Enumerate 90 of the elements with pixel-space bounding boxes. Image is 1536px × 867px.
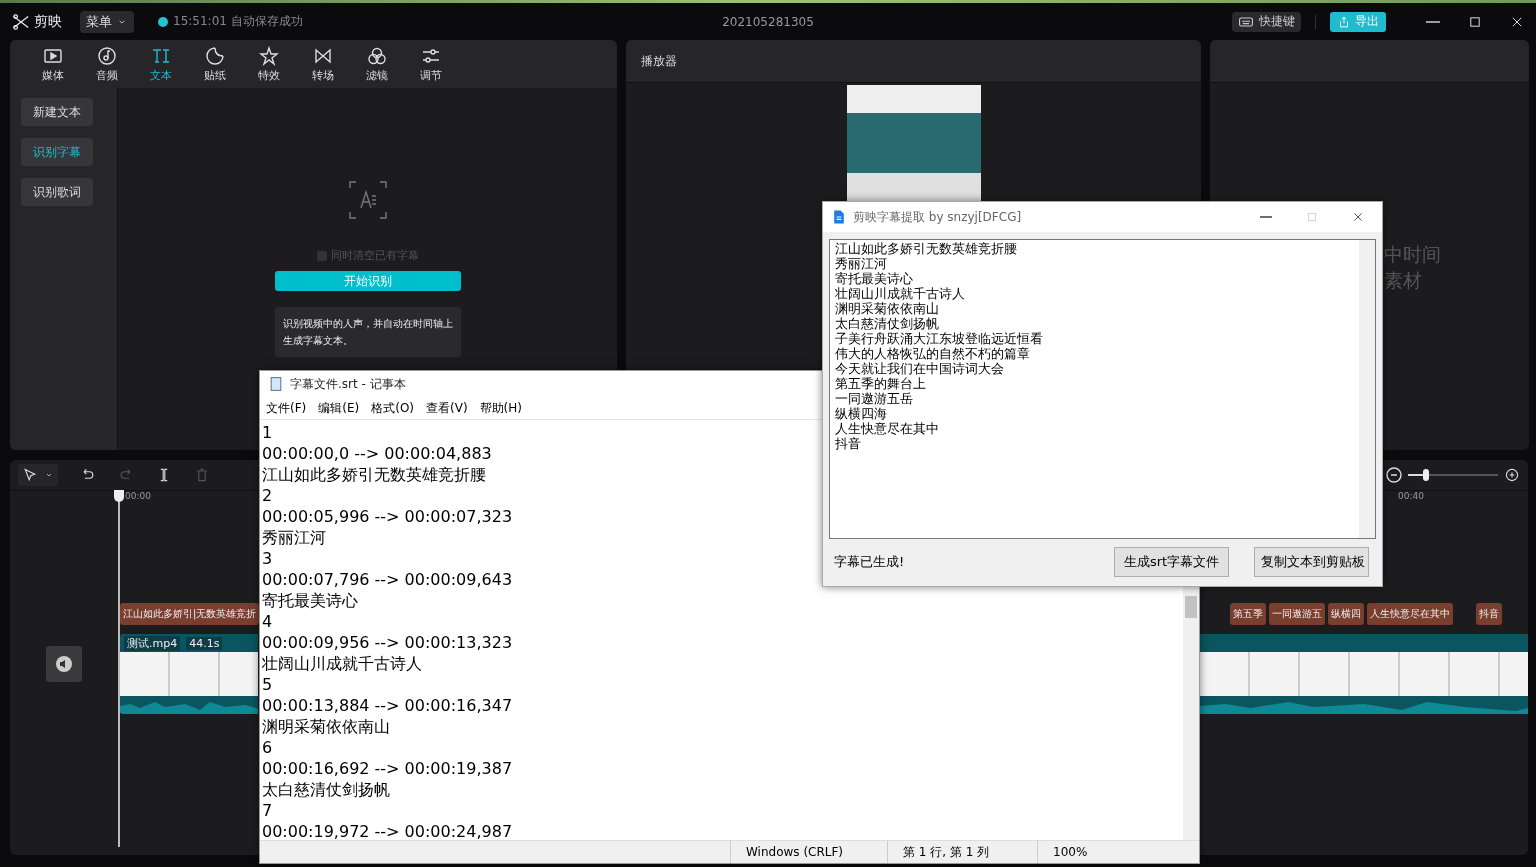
ruler-label: 00:40 — [1398, 491, 1424, 503]
menu-item[interactable]: 文件(F) — [266, 399, 307, 417]
zoom-in-icon — [1504, 467, 1520, 483]
scrollbar[interactable] — [1359, 240, 1375, 538]
window-title: 剪映字幕提取 by snzyj[DFCG] — [853, 208, 1022, 226]
media-tab[interactable]: 滤镜 — [350, 40, 404, 88]
text-line: 00:00:00,0 --> 00:00:04,883 — [262, 443, 492, 464]
text-line: 00:00:07,796 --> 00:00:09,643 — [262, 569, 513, 590]
media-tab[interactable]: 文本 — [134, 40, 188, 88]
window-title: 字幕文件.srt - 记事本 — [290, 375, 406, 393]
subtitle-clip[interactable]: 一同遨游五 — [1269, 603, 1325, 625]
text-line: 3 — [262, 548, 273, 569]
text-line: 6 — [262, 737, 273, 758]
app-name: 剪映 — [34, 12, 62, 31]
music-note-icon — [97, 45, 117, 66]
cursor-icon — [22, 467, 38, 483]
project-name: 202105281305 — [722, 14, 814, 29]
text-line: 00:00:19,972 --> 00:00:24,987 — [262, 821, 513, 840]
status-text: 第 1 行, 第 1 列 — [887, 841, 1037, 863]
text-line: 00:00:13,884 --> 00:00:16,347 — [262, 695, 513, 716]
scrollbar-thumb[interactable] — [1185, 596, 1197, 618]
text-line: 2 — [262, 485, 273, 506]
zoom-out-icon — [1386, 467, 1402, 483]
action-button[interactable]: 生成srt字幕文件 — [1114, 547, 1229, 577]
text-line: 4 — [262, 611, 273, 632]
media-tab[interactable]: 媒体 — [26, 40, 80, 88]
text-line: 壮阔山川成就千古诗人 — [262, 653, 422, 674]
action-button[interactable]: 复制文本到剪贴板 — [1254, 547, 1369, 577]
zoom-slider-thumb[interactable] — [1423, 469, 1429, 481]
maximize-button[interactable] — [1468, 14, 1482, 29]
video-clip[interactable]: 测试.mp4 44.1s — [120, 634, 258, 714]
share-icon — [1337, 14, 1351, 29]
text-line: 00:00:16,692 --> 00:00:19,387 — [262, 758, 513, 779]
sidebar-item[interactable]: 识别字幕 — [21, 138, 93, 166]
video-clip[interactable] — [1200, 634, 1528, 714]
maximize-icon — [1306, 211, 1318, 223]
text-line: 7 — [262, 800, 273, 821]
mute-button[interactable] — [46, 646, 82, 682]
text-line: 00:00:09,956 --> 00:00:13,323 — [262, 632, 513, 653]
select-tool-button[interactable] — [18, 464, 58, 486]
hint-text: 素材 — [1384, 268, 1423, 293]
menu-item[interactable]: 编辑(E) — [318, 399, 360, 417]
speaker-icon — [54, 654, 74, 674]
text-line: 渊明采菊依依南山 — [262, 716, 390, 737]
trash-icon — [194, 467, 210, 483]
close-icon — [1352, 211, 1364, 223]
minimize-icon — [1260, 216, 1272, 218]
text-line: 5 — [262, 674, 273, 695]
media-tab[interactable]: 调节 — [404, 40, 458, 88]
save-status: 15:51:01 自动保存成功 — [173, 13, 303, 30]
menu-item[interactable]: 格式(O) — [371, 399, 415, 417]
subtitle-clip[interactable]: 抖音 — [1476, 603, 1502, 625]
ruler-label: 00:00 — [125, 491, 151, 503]
subtitle-clip[interactable]: 第五季 — [1230, 603, 1266, 625]
sticker-icon — [205, 45, 225, 66]
subtitle-clip[interactable]: 纵横四 — [1328, 603, 1364, 625]
menu-item[interactable]: 查看(V) — [426, 399, 468, 417]
menu-button[interactable]: 菜单 — [80, 10, 134, 33]
sidebar-item[interactable]: 识别歌词 — [21, 178, 93, 206]
status-text: 100% — [1037, 841, 1199, 863]
text-line: 寄托最美诗心 — [262, 590, 358, 611]
subtitle-clip[interactable]: 人生快意尽在其中 — [1367, 603, 1453, 625]
minimize-icon — [1426, 20, 1440, 23]
media-tab[interactable]: 贴纸 — [188, 40, 242, 88]
text-recognition-icon — [347, 180, 388, 220]
clip-duration: 44.1s — [186, 636, 223, 650]
document-icon — [831, 209, 847, 225]
notepad-icon — [268, 376, 284, 392]
status-text: 字幕已生成! — [834, 553, 905, 571]
subtitle-clip[interactable]: 江山如此多娇引|无数英雄竞折 — [120, 603, 260, 625]
clip-name: 测试.mp4 — [124, 635, 181, 651]
shortcut-button[interactable]: 快捷键 — [1232, 11, 1301, 32]
text-line: 00:00:05,996 --> 00:00:07,323 — [262, 506, 513, 527]
text-line: 秀丽江河 — [262, 527, 326, 548]
text-line: 江山如此多娇引无数英雄竞折腰 — [262, 464, 486, 485]
maximize-icon — [1468, 14, 1482, 29]
sidebar-item[interactable]: 新建文本 — [21, 98, 93, 126]
media-tab[interactable]: 音频 — [80, 40, 134, 88]
media-tab[interactable]: 特效 — [242, 40, 296, 88]
scissors-logo-icon — [12, 12, 30, 31]
star-icon — [259, 45, 279, 66]
hint-text: 中时间 — [1384, 242, 1442, 267]
status-text: Windows (CRLF) — [730, 841, 887, 863]
text-line: 太白慈清仗剑扬帆 — [262, 779, 390, 800]
text-line: 1 — [262, 422, 273, 443]
circles-icon — [367, 45, 387, 66]
hint-text: 识别视频中的人声，并自动在时间轴上生成字幕文本。 — [274, 307, 461, 357]
menu-item[interactable]: 帮助(H) — [479, 399, 522, 417]
panel-title: 播放器 — [641, 52, 677, 70]
media-tab[interactable]: 转场 — [296, 40, 350, 88]
